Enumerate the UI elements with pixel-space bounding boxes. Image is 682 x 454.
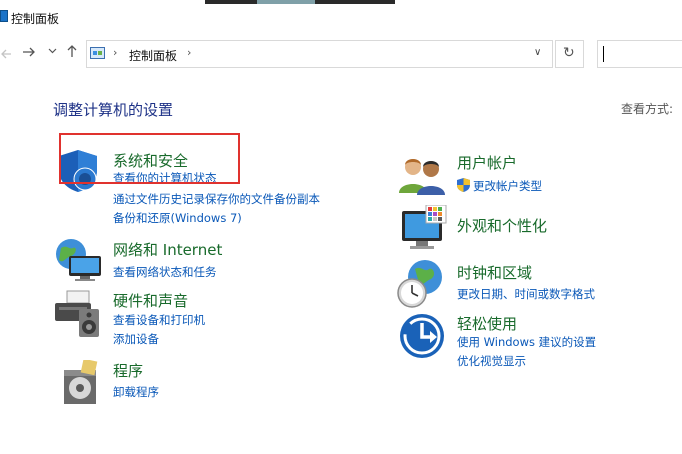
clock-globe-icon[interactable]	[397, 259, 445, 313]
category-title-programs[interactable]: 程序	[113, 360, 143, 381]
category-title-user-accounts[interactable]: 用户帐户	[457, 152, 517, 173]
breadcrumb-separator[interactable]: ›	[187, 46, 191, 59]
refresh-icon[interactable]: ↻	[563, 45, 575, 61]
background-taskbar-strip	[205, 0, 395, 4]
arrow-right-icon	[23, 47, 35, 57]
highlight-box	[59, 133, 240, 184]
recent-locations-button[interactable]	[48, 47, 57, 58]
page-title: 调整计算机的设置	[53, 101, 174, 119]
category-title-appearance[interactable]: 外观和个性化	[457, 215, 547, 236]
category-title-hardware-sound[interactable]: 硬件和声音	[113, 290, 188, 311]
view-by-label: 查看方式:	[621, 102, 674, 116]
link-devices-printers[interactable]: 查看设备和打印机	[113, 312, 205, 328]
user-accounts-icon[interactable]	[399, 155, 445, 199]
link-file-history-backup[interactable]: 通过文件历史记录保存你的文件备份副本	[113, 191, 320, 207]
printer-speaker-icon[interactable]	[53, 289, 103, 343]
title-bar	[0, 0, 682, 30]
display-palette-icon[interactable]	[400, 204, 448, 257]
address-dropdown-icon[interactable]: ∨	[534, 47, 541, 58]
window-title: 控制面板	[11, 12, 60, 26]
programs-disc-icon[interactable]	[60, 358, 100, 410]
breadcrumb-separator[interactable]: ›	[113, 46, 117, 59]
link-change-account-type[interactable]: 更改帐户类型	[473, 178, 542, 194]
breadcrumb-item[interactable]: 控制面板	[129, 47, 177, 64]
link-change-date-time-format[interactable]: 更改日期、时间或数字格式	[457, 286, 595, 302]
category-title-network-internet[interactable]: 网络和 Internet	[113, 239, 222, 260]
link-backup-restore[interactable]: 备份和还原(Windows 7)	[113, 210, 242, 226]
text-caret	[603, 46, 604, 62]
back-button[interactable]	[0, 47, 12, 63]
search-input[interactable]	[597, 40, 682, 68]
link-optimize-visual-display[interactable]: 优化视觉显示	[457, 353, 526, 369]
category-title-ease-of-access[interactable]: 轻松使用	[457, 313, 517, 334]
up-button[interactable]	[66, 44, 78, 62]
network-globe-icon[interactable]	[53, 236, 103, 286]
link-network-status-tasks[interactable]: 查看网络状态和任务	[113, 264, 217, 280]
link-add-device[interactable]: 添加设备	[113, 331, 159, 347]
uac-shield-icon	[457, 177, 470, 196]
control-panel-small-icon	[90, 47, 105, 59]
arrow-up-icon	[67, 45, 77, 57]
forward-button[interactable]	[22, 45, 36, 63]
ease-of-access-icon[interactable]	[399, 313, 445, 363]
link-uninstall-program[interactable]: 卸载程序	[113, 384, 159, 400]
category-title-clock-region[interactable]: 时钟和区域	[457, 262, 532, 283]
chevron-down-icon	[48, 48, 57, 54]
control-panel-icon	[0, 10, 8, 22]
arrow-left-icon	[1, 49, 11, 59]
link-windows-suggested-settings[interactable]: 使用 Windows 建议的设置	[457, 334, 596, 350]
